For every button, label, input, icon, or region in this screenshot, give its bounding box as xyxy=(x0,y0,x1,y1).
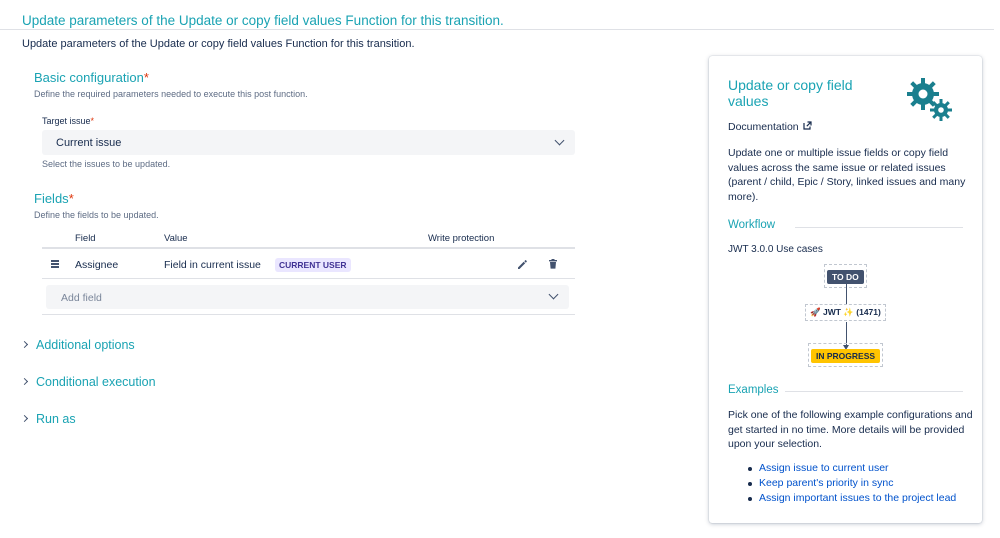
conditional-execution-label: Conditional execution xyxy=(36,375,156,389)
gears-icon xyxy=(905,76,953,129)
target-issue-select[interactable]: Current issue xyxy=(42,130,575,155)
add-field-placeholder: Add field xyxy=(61,292,102,304)
status-todo: TO DO xyxy=(827,270,864,284)
example-link-assign-project-lead[interactable]: Assign important issues to the project l… xyxy=(747,491,956,506)
column-header-write-protection: Write protection xyxy=(428,233,495,244)
table-bottom-divider xyxy=(42,314,575,315)
trash-icon[interactable] xyxy=(547,257,559,275)
fields-heading: Fields* xyxy=(34,191,74,206)
title-divider xyxy=(0,29,994,30)
transition-count: (1471) xyxy=(856,307,881,317)
column-header-field: Field xyxy=(75,233,96,244)
workflow-name: JWT 3.0.0 Use cases xyxy=(728,244,823,255)
examples-list: Assign issue to current user Keep parent… xyxy=(747,461,956,506)
current-user-badge: CURRENT USER xyxy=(275,258,351,272)
additional-options-label: Additional options xyxy=(36,338,135,352)
page-description: Update parameters of the Update or copy … xyxy=(22,38,415,50)
panel-description: Update one or multiple issue fields or c… xyxy=(728,147,966,203)
status-to-frame: IN PROGRESS xyxy=(808,343,884,367)
target-issue-help: Select the issues to be updated. xyxy=(42,159,171,169)
page-title: Update parameters of the Update or copy … xyxy=(22,13,504,28)
target-issue-label: Target issue* xyxy=(42,116,94,126)
examples-heading: Examples xyxy=(728,384,779,396)
status-in-progress: IN PROGRESS xyxy=(811,349,881,363)
row-field: Assignee xyxy=(75,259,119,271)
workflow-transition: 🚀 JWT ✨ (1471) xyxy=(805,304,886,321)
row-divider xyxy=(42,278,575,279)
examples-divider xyxy=(785,391,963,392)
column-header-value: Value xyxy=(164,233,188,244)
external-link-icon xyxy=(802,121,812,133)
chevron-right-icon xyxy=(20,377,29,386)
info-panel: Update or copy field values Documentatio… xyxy=(709,56,982,523)
required-mark: * xyxy=(90,116,95,126)
documentation-link[interactable]: Documentation xyxy=(728,121,812,133)
additional-options-toggle[interactable]: Additional options xyxy=(20,338,135,352)
basic-config-title: Basic configuration xyxy=(34,70,144,85)
conditional-execution-toggle[interactable]: Conditional execution xyxy=(20,375,156,389)
required-mark: * xyxy=(143,70,149,85)
example-link-parent-priority[interactable]: Keep parent's priority in sync xyxy=(747,476,956,491)
pencil-icon[interactable] xyxy=(516,258,528,276)
target-issue-label-text: Target issue xyxy=(42,116,91,126)
fields-title: Fields xyxy=(34,191,69,206)
chevron-right-icon xyxy=(20,414,29,423)
chevron-right-icon xyxy=(20,340,29,349)
example-link-assign-current-user[interactable]: Assign issue to current user xyxy=(747,461,956,476)
run-as-toggle[interactable]: Run as xyxy=(20,412,76,426)
rocket-icon: 🚀 xyxy=(810,307,821,317)
transition-label: JWT xyxy=(822,307,841,317)
basic-config-subtitle: Define the required parameters needed to… xyxy=(34,89,308,99)
workflow-connector-top xyxy=(846,284,847,305)
examples-description: Pick one of the following example config… xyxy=(728,409,973,450)
run-as-label: Run as xyxy=(36,412,76,426)
documentation-label: Documentation xyxy=(728,121,799,133)
row-value: Field in current issue xyxy=(164,259,261,271)
target-issue-value: Current issue xyxy=(56,137,122,149)
workflow-divider xyxy=(795,227,963,228)
chevron-down-icon xyxy=(548,289,559,300)
magic-wand-icon: ✨ xyxy=(843,307,854,317)
add-field-select[interactable]: Add field xyxy=(46,285,569,309)
table-header-divider xyxy=(42,247,575,249)
required-mark: * xyxy=(68,191,74,206)
basic-config-heading: Basic configuration* xyxy=(34,70,149,85)
panel-title: Update or copy field values xyxy=(728,77,853,109)
chevron-down-icon xyxy=(554,135,565,146)
drag-handle-icon[interactable] xyxy=(51,260,59,270)
fields-subtitle: Define the fields to be updated. xyxy=(34,210,159,220)
workflow-heading: Workflow xyxy=(728,219,776,231)
